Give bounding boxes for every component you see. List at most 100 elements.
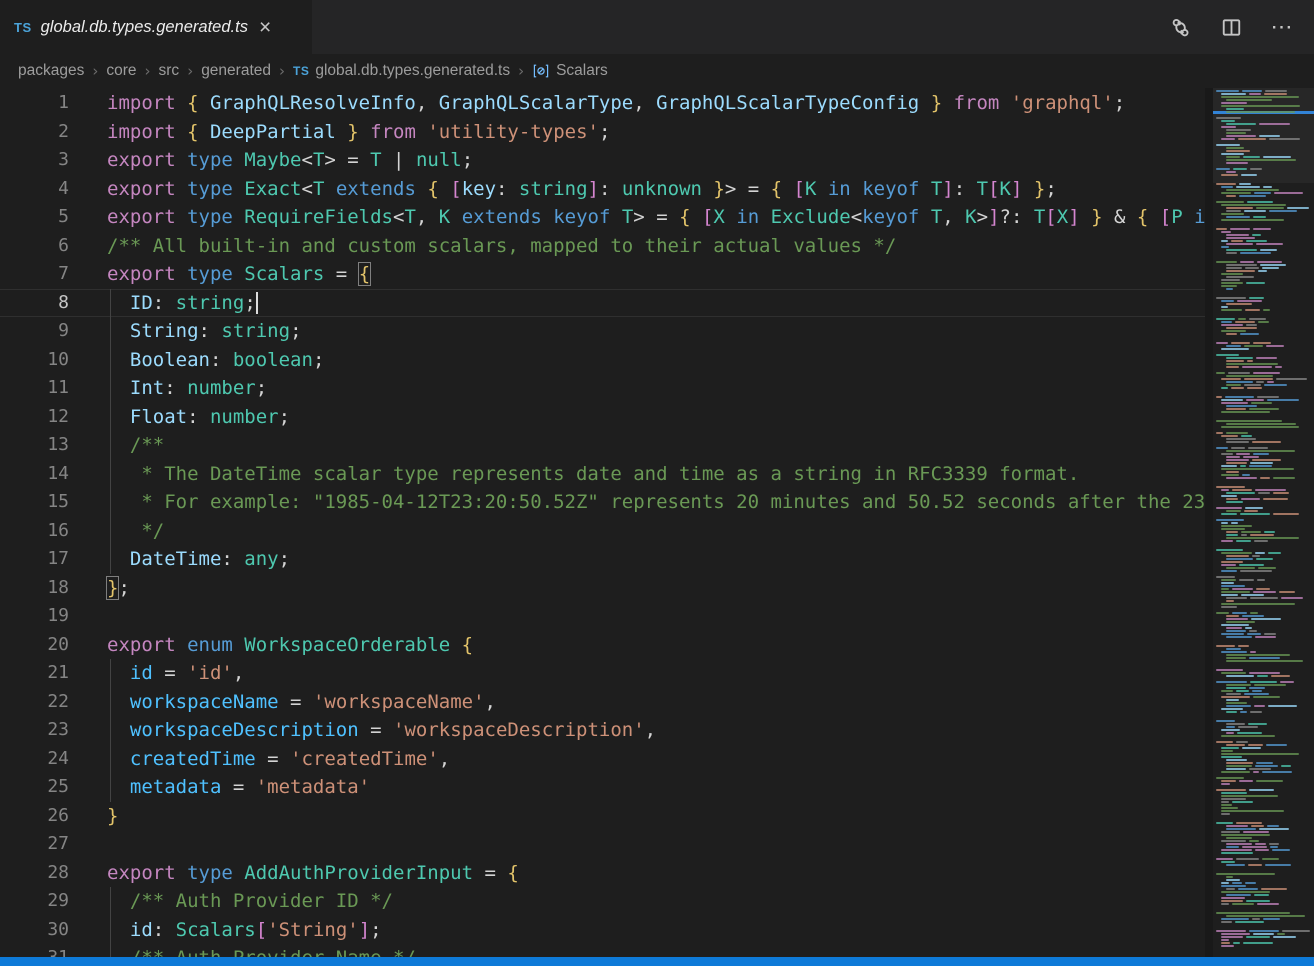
editor-tab[interactable]: TS global.db.types.generated.ts × (0, 0, 312, 54)
line-number[interactable]: 9 (0, 317, 69, 346)
code-line[interactable]: 22 workspaceName = 'workspaceName', (0, 688, 1205, 717)
line-text: /** Auth Provider Name */ (107, 944, 416, 957)
line-number[interactable]: 28 (0, 859, 69, 888)
minimap[interactable] (1213, 88, 1314, 957)
line-number[interactable]: 10 (0, 346, 69, 375)
line-number[interactable]: 18 (0, 574, 69, 603)
line-number[interactable]: 26 (0, 802, 69, 831)
code-line[interactable]: 8 ID: string; (0, 289, 1205, 318)
typescript-file-icon: TS (14, 20, 32, 35)
code-line[interactable]: 24 createdTime = 'createdTime', (0, 745, 1205, 774)
line-number[interactable]: 30 (0, 916, 69, 945)
code-line[interactable]: 13 /** (0, 431, 1205, 460)
code-line[interactable]: 17 DateTime: any; (0, 545, 1205, 574)
line-number[interactable]: 17 (0, 545, 69, 574)
code-line[interactable]: 29 /** Auth Provider ID */ (0, 887, 1205, 916)
code-line[interactable]: 25 metadata = 'metadata' (0, 773, 1205, 802)
line-number[interactable]: 4 (0, 175, 69, 204)
code-line[interactable]: 2 import { DeepPartial } from 'utility-ty… (0, 118, 1205, 147)
code-line[interactable]: 14 * The DateTime scalar type represents… (0, 460, 1205, 489)
line-number[interactable]: 3 (0, 146, 69, 175)
code-line[interactable]: 19 (0, 602, 1205, 631)
line-number[interactable]: 23 (0, 716, 69, 745)
code-line[interactable]: 20 export enum WorkspaceOrderable { (0, 631, 1205, 660)
line-text: ID: string; (107, 289, 258, 318)
line-text: } (107, 802, 118, 831)
line-text: Boolean: boolean; (107, 346, 324, 375)
editor-pane: 1 import { GraphQLResolveInfo, GraphQLSca… (0, 88, 1314, 957)
breadcrumb-separator: › (279, 62, 285, 80)
line-number[interactable]: 29 (0, 887, 69, 916)
breadcrumb-item-core[interactable]: core (106, 62, 136, 80)
line-number[interactable]: 20 (0, 631, 69, 660)
line-text: /** Auth Provider ID */ (107, 887, 393, 916)
breadcrumb-item-src[interactable]: src (159, 62, 180, 80)
line-text: /** (107, 431, 164, 460)
code-line[interactable]: 4 export type Exact<T extends { [key: str… (0, 175, 1205, 204)
line-text: workspaceDescription = 'workspaceDescrip… (107, 716, 656, 745)
code-line[interactable]: 12 Float: number; (0, 403, 1205, 432)
code-line[interactable]: 5export type RequireFields<T, K extends … (0, 203, 1205, 232)
line-number[interactable]: 12 (0, 403, 69, 432)
breadcrumb-item-symbol[interactable]: Scalars (532, 62, 608, 80)
code-line[interactable]: 27 (0, 830, 1205, 859)
split-editor-icon[interactable] (1219, 15, 1243, 39)
line-text: export enum WorkspaceOrderable { (107, 631, 473, 660)
code-line[interactable]: 7 export type Scalars = { (0, 260, 1205, 289)
line-text: createdTime = 'createdTime', (107, 745, 450, 774)
line-number[interactable]: 13 (0, 431, 69, 460)
line-number[interactable]: 14 (0, 460, 69, 489)
line-number[interactable]: 19 (0, 602, 69, 631)
open-changes-icon[interactable] (1168, 15, 1192, 39)
breadcrumb-item-generated[interactable]: generated (201, 62, 271, 80)
line-text: workspaceName = 'workspaceName', (107, 688, 496, 717)
line-number[interactable]: 15 (0, 488, 69, 517)
line-number[interactable]: 27 (0, 830, 69, 859)
code-line[interactable]: 11 Int: number; (0, 374, 1205, 403)
code-line[interactable]: 10 Boolean: boolean; (0, 346, 1205, 375)
line-text: DateTime: any; (107, 545, 290, 574)
code-line[interactable]: 18}; (0, 574, 1205, 603)
close-tab-icon[interactable]: × (259, 17, 271, 38)
code-line[interactable]: 23 workspaceDescription = 'workspaceDesc… (0, 716, 1205, 745)
breadcrumb-item-packages[interactable]: packages (18, 62, 84, 80)
code-line[interactable]: 31 /** Auth Provider Name */ (0, 944, 1205, 957)
line-number[interactable]: 16 (0, 517, 69, 546)
line-number[interactable]: 11 (0, 374, 69, 403)
code-line[interactable]: 1 import { GraphQLResolveInfo, GraphQLSca… (0, 89, 1205, 118)
code-line[interactable]: 3export type Maybe<T> = T | null; (0, 146, 1205, 175)
line-number[interactable]: 1 (0, 89, 69, 118)
code-area[interactable]: 1 import { GraphQLResolveInfo, GraphQLSca… (0, 88, 1205, 957)
code-line[interactable]: 15 * For example: "1985-04-12T23:20:50.5… (0, 488, 1205, 517)
line-number[interactable]: 6 (0, 232, 69, 261)
line-text: metadata = 'metadata' (107, 773, 370, 802)
code-line[interactable]: 16 */ (0, 517, 1205, 546)
line-number[interactable]: 22 (0, 688, 69, 717)
code-line[interactable]: 21 id = 'id', (0, 659, 1205, 688)
tab-bar: TS global.db.types.generated.ts × (0, 0, 1314, 54)
line-number[interactable]: 2 (0, 118, 69, 147)
status-bar[interactable] (0, 957, 1314, 966)
line-number[interactable]: 8 (0, 289, 69, 318)
line-number[interactable]: 5 (0, 203, 69, 232)
line-number[interactable]: 31 (0, 944, 69, 957)
more-actions-icon[interactable]: ⋯ (1270, 15, 1294, 39)
line-number[interactable]: 25 (0, 773, 69, 802)
code-line[interactable]: 26} (0, 802, 1205, 831)
breadcrumb-file-label: global.db.types.generated.ts (315, 62, 510, 80)
code-line[interactable]: 28export type AddAuthProviderInput = { (0, 859, 1205, 888)
breadcrumb-separator: › (187, 62, 193, 80)
line-text: export type Exact<T extends { [key: stri… (107, 175, 1057, 204)
line-number[interactable]: 21 (0, 659, 69, 688)
line-number[interactable]: 24 (0, 745, 69, 774)
breadcrumb-separator: › (518, 62, 524, 80)
breadcrumb-item-file[interactable]: TSglobal.db.types.generated.ts (293, 62, 510, 80)
line-number[interactable]: 7 (0, 260, 69, 289)
line-text: export type Scalars = { (107, 260, 370, 289)
code-line[interactable]: 9 String: string; (0, 317, 1205, 346)
line-text: */ (107, 517, 164, 546)
code-line[interactable]: 30 id: Scalars['String']; (0, 916, 1205, 945)
code-line[interactable]: 6/** All built-in and custom scalars, ma… (0, 232, 1205, 261)
line-text: import { GraphQLResolveInfo, GraphQLScal… (107, 89, 1125, 118)
line-text: import { DeepPartial } from 'utility-typ… (107, 118, 610, 147)
